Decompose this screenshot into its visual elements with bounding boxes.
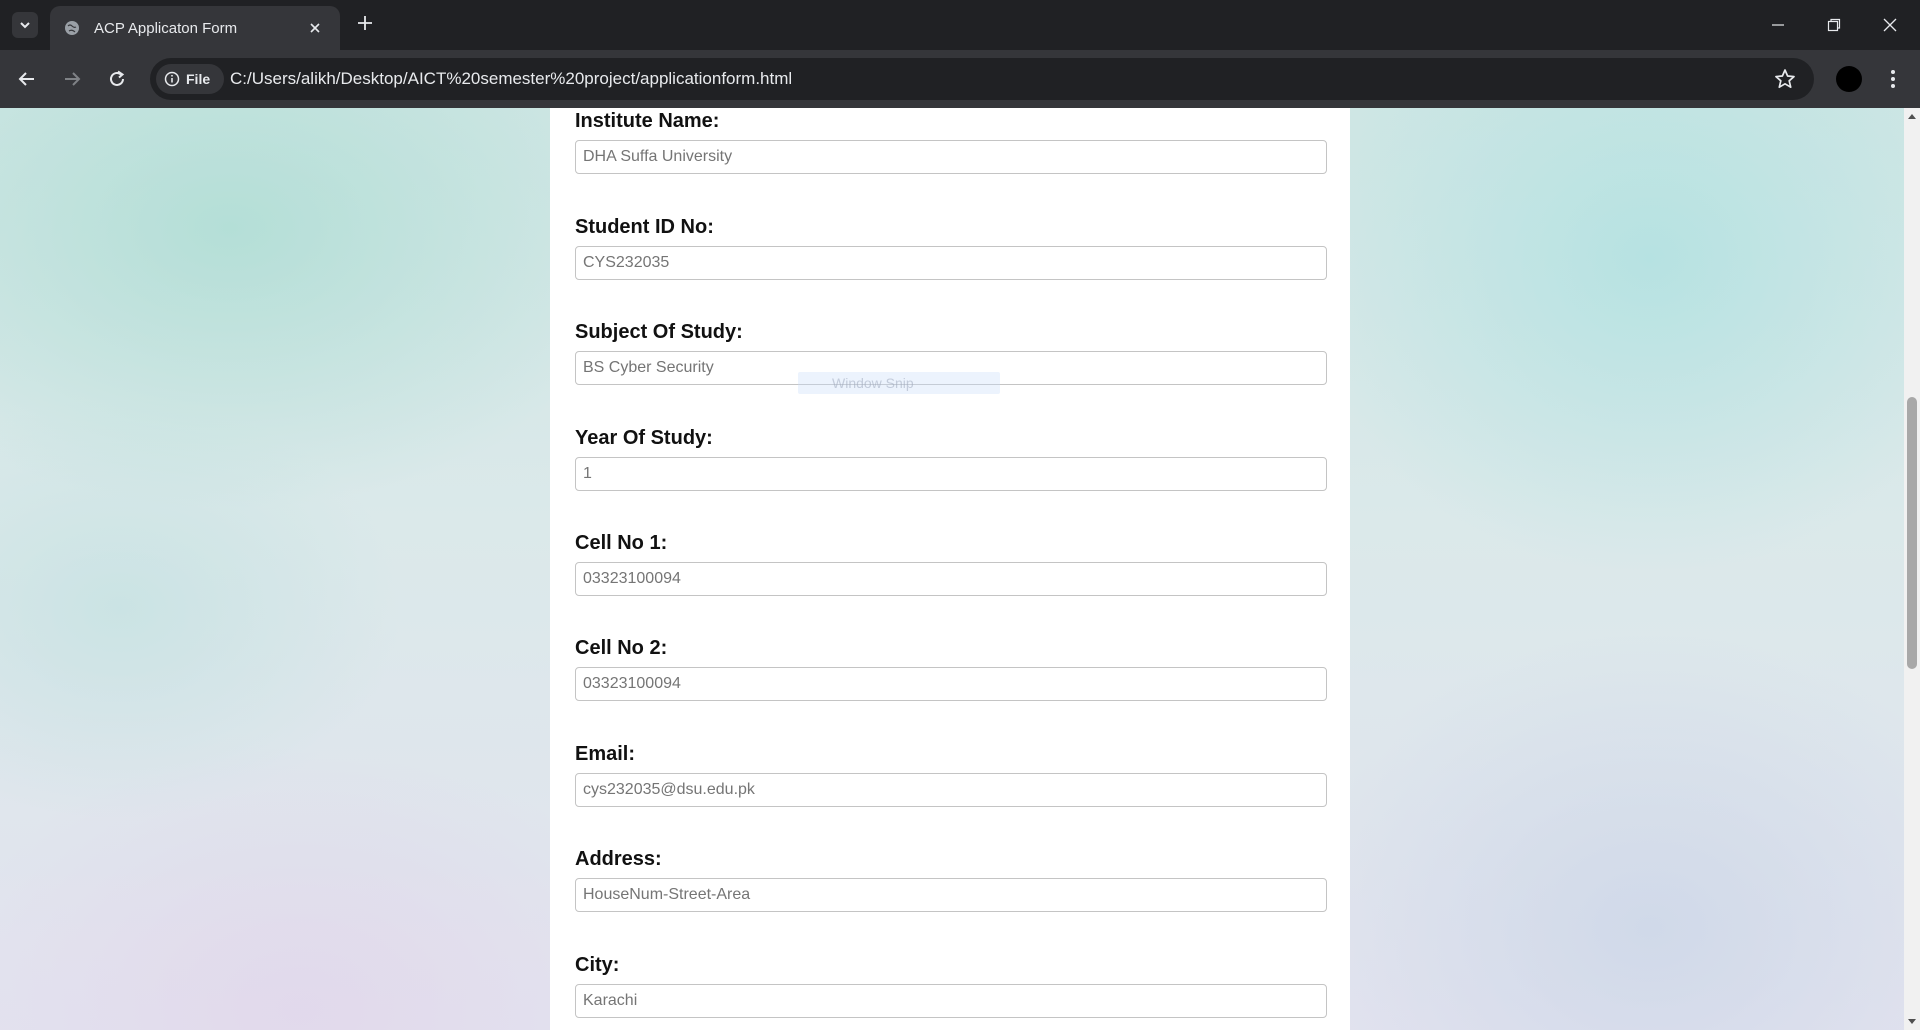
bookmark-star-icon[interactable] [1774,68,1796,90]
field-cell-no-1: Cell No 1: [575,530,1327,596]
field-address: Address: [575,846,1327,912]
scroll-up-button[interactable] [1904,108,1920,124]
field-label: City: [575,954,620,976]
reload-button[interactable] [102,64,132,94]
close-icon [1883,18,1897,32]
restore-button[interactable] [1806,0,1862,50]
student-id-input[interactable] [575,246,1327,280]
globe-icon [65,21,79,35]
window-snip-overlay: Window Snip [798,372,1000,394]
url-text[interactable]: C:/Users/alikh/Desktop/AICT%20semester%2… [230,69,792,89]
field-city: City: [575,952,1327,1018]
field-cell-no-2: Cell No 2: [575,635,1327,701]
field-label: Institute Name: [575,110,720,132]
field-label: Student ID No: [575,216,714,238]
field-student-id: Student ID No: [575,214,1327,280]
page-scrollbar[interactable] [1904,108,1920,1030]
field-year-of-study: Year Of Study: [575,425,1327,491]
address-input[interactable] [575,878,1327,912]
reload-icon [110,70,125,86]
active-tab[interactable]: ACP Applicaton Form [50,6,340,50]
back-button[interactable] [12,64,42,94]
plus-icon [358,16,372,30]
scroll-down-button[interactable] [1904,1014,1920,1030]
triangle-up-icon [1908,114,1916,119]
scrollbar-thumb[interactable] [1907,397,1917,669]
close-window-button[interactable] [1862,0,1918,50]
minimize-icon [1772,24,1784,26]
forward-button[interactable] [57,64,87,94]
more-vertical-icon [1891,70,1895,88]
city-input[interactable] [575,984,1327,1018]
field-label: Email: [575,743,636,765]
arrow-right-icon [65,72,81,86]
tab-search-button[interactable] [12,12,38,38]
triangle-down-icon [1908,1019,1916,1024]
page-viewport: Institute Name: Student ID No: Subject O… [0,108,1904,1030]
cell-no-1-input[interactable] [575,562,1327,596]
application-form: Institute Name: Student ID No: Subject O… [550,108,1350,1030]
profile-avatar[interactable] [1836,66,1862,92]
tab-strip: ACP Applicaton Form [0,0,1920,50]
restore-icon [1827,18,1841,32]
info-icon [164,71,180,87]
browser-menu-button[interactable] [1880,64,1906,94]
field-email: Email: [575,741,1327,807]
field-label: Subject Of Study: [575,321,743,343]
minimize-button[interactable] [1750,0,1806,50]
chevron-down-icon [20,22,30,29]
field-label: Year Of Study: [575,427,713,449]
field-label: Cell No 2: [575,637,668,659]
close-icon [310,23,320,33]
field-label: Address: [575,848,662,870]
email-input[interactable] [575,773,1327,807]
site-info-chip[interactable]: File [156,64,224,94]
institute-name-input[interactable] [575,140,1327,174]
tab-close-button[interactable] [304,17,326,39]
address-bar[interactable]: File C:/Users/alikh/Desktop/AICT%20semes… [150,58,1814,100]
cell-no-2-input[interactable] [575,667,1327,701]
arrow-left-icon [18,72,34,86]
tab-title: ACP Applicaton Form [94,19,238,37]
new-tab-button[interactable] [352,12,378,38]
site-chip-label: File [186,71,211,87]
field-label: Cell No 1: [575,532,668,554]
year-of-study-input[interactable] [575,457,1327,491]
browser-toolbar: File C:/Users/alikh/Desktop/AICT%20semes… [0,50,1920,108]
field-institute-name: Institute Name: [575,108,1327,174]
